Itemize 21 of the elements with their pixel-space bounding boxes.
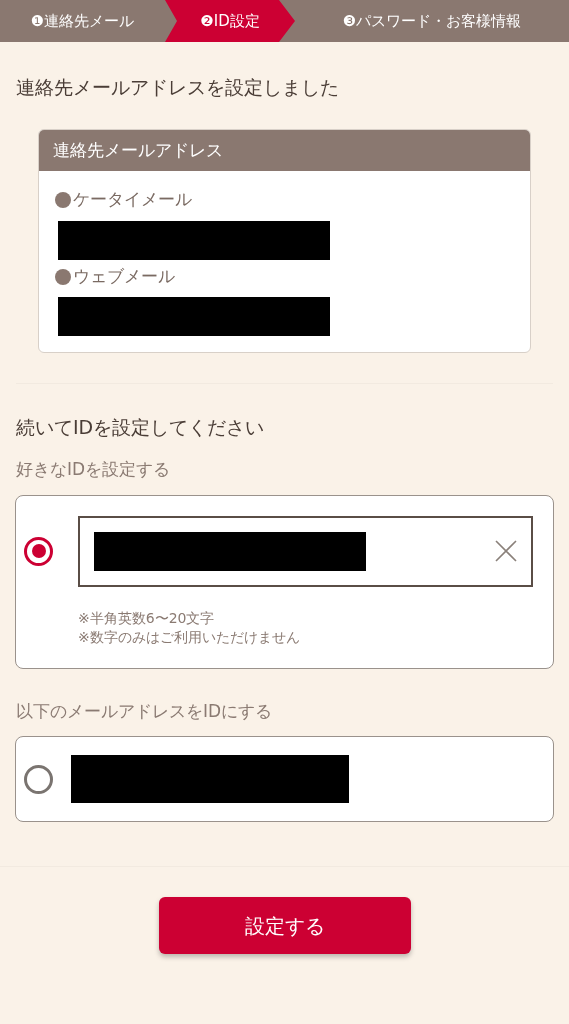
- step-label: ❸パスワード・お客様情報: [341, 10, 523, 32]
- bullet-icon: [55, 268, 71, 285]
- id-input-field[interactable]: [78, 515, 533, 587]
- option-label: 以下のメールアドレスをIDにする: [15, 699, 274, 723]
- radio-button[interactable]: [24, 536, 53, 566]
- section-heading: 続いてIDを設定してください: [15, 415, 266, 440]
- option-label: 好きなIDを設定する: [15, 458, 172, 482]
- submit-button[interactable]: 設定する: [158, 897, 411, 955]
- card-title: 連絡先メールアドレス: [39, 129, 530, 172]
- note-text: ※半角英数6〜20文字: [78, 608, 216, 628]
- entry-label: ケータイメール: [73, 188, 192, 212]
- note-text: ※数字のみはご利用いただけません: [78, 628, 301, 648]
- option-card[interactable]: ※半角英数6〜20文字 ※数字のみはご利用いただけません: [15, 494, 554, 669]
- step-label: ❶連絡先メール: [29, 10, 136, 32]
- clear-icon[interactable]: [495, 540, 517, 563]
- step-label: ❷ID設定: [165, 0, 295, 42]
- radio-button[interactable]: [24, 764, 53, 794]
- bullet-icon: [55, 192, 71, 209]
- section-heading: 連絡先メールアドレスを設定しました: [15, 75, 340, 99]
- option-card[interactable]: [15, 736, 554, 823]
- entry-label: ウェブメール: [73, 264, 175, 288]
